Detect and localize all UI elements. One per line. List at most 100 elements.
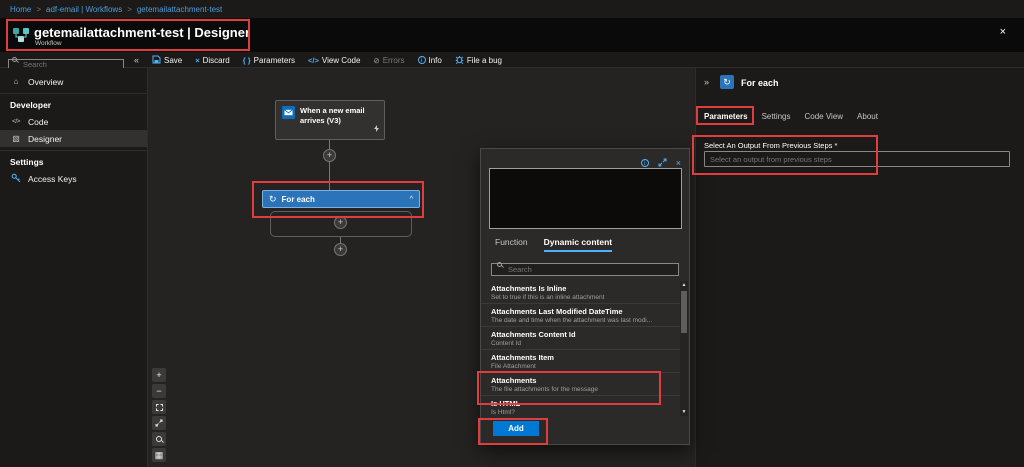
dynamic-content-popup: i × Function Dynamic content Attachments…	[480, 148, 690, 445]
breadcrumb-home[interactable]: Home	[10, 5, 31, 14]
fit-view-button[interactable]	[152, 400, 166, 414]
designer-icon: ▧	[10, 134, 22, 143]
sidebar-item-overview[interactable]: ⌂ Overview	[0, 73, 147, 90]
item-title: Is HTML	[491, 399, 671, 408]
list-item-attachments[interactable]: Attachments The file attachments for the…	[481, 373, 681, 396]
code-icon: </>	[10, 118, 22, 125]
sidebar-search	[8, 54, 124, 66]
page-header: getemailattachment-test | Designer Workf…	[0, 18, 1024, 52]
overview-icon: ⌂	[10, 77, 22, 86]
view-code-label: View Code	[322, 56, 361, 65]
errors-label: Errors	[383, 56, 405, 65]
list-item-attachments-last-modified[interactable]: Attachments Last Modified DateTime The d…	[481, 304, 681, 327]
outlook-icon	[282, 106, 295, 134]
view-code-button[interactable]: </> View Code	[308, 56, 360, 65]
info-icon[interactable]: i	[641, 159, 649, 167]
item-description: Content Id	[491, 340, 671, 347]
info-icon: i	[418, 56, 426, 64]
scroll-up-icon[interactable]: ▲	[682, 281, 687, 289]
add-step-icon[interactable]: +	[323, 149, 336, 162]
parameters-label: Parameters	[254, 56, 295, 65]
sidebar-item-access-keys[interactable]: Access Keys	[0, 170, 147, 187]
info-button[interactable]: i Info	[418, 56, 442, 65]
scrollbar-thumb[interactable]	[681, 291, 687, 333]
item-title: Attachments Last Modified DateTime	[491, 307, 671, 316]
tab-code-view[interactable]: Code View	[805, 112, 844, 124]
sidebar-section-developer: Developer	[0, 97, 147, 113]
discard-button[interactable]: × Discard	[195, 56, 230, 65]
fit-view-icon	[156, 404, 163, 411]
output-select-input[interactable]	[704, 151, 1010, 167]
bug-icon	[455, 55, 464, 66]
save-button[interactable]: Save	[152, 55, 182, 66]
zoom-out-button[interactable]: −	[152, 384, 166, 398]
scroll-down-icon[interactable]: ▼	[682, 408, 687, 416]
item-description: Set to true if this is an inline attachm…	[491, 294, 671, 301]
item-title: Attachments	[491, 376, 671, 385]
list-item-attachments-content-id[interactable]: Attachments Content Id Content Id	[481, 327, 681, 350]
breadcrumb-workflows[interactable]: adf-email | Workflows	[46, 5, 122, 14]
sidebar-item-label: Designer	[28, 134, 62, 144]
tab-dynamic-content[interactable]: Dynamic content	[544, 237, 613, 252]
close-icon[interactable]: ×	[676, 158, 681, 168]
canvas-controls: + − ▦	[152, 368, 166, 462]
scrollbar[interactable]: ▲ ▼	[680, 281, 688, 416]
connector-line	[329, 140, 330, 190]
file-a-bug-button[interactable]: File a bug	[455, 55, 502, 66]
workflow-icon	[12, 26, 30, 49]
connector-badge-icon	[373, 119, 380, 137]
view-code-icon: </>	[308, 56, 319, 65]
minimap-button[interactable]: ▦	[152, 448, 166, 462]
foreach-loop-icon: ↻	[269, 194, 277, 205]
sidebar-item-designer[interactable]: ▧ Designer	[0, 130, 147, 147]
expression-input[interactable]	[489, 168, 682, 229]
tab-parameters[interactable]: Parameters	[704, 112, 748, 124]
dynamic-content-search-input[interactable]	[491, 263, 679, 276]
breadcrumb-separator: >	[127, 5, 132, 14]
key-icon	[10, 173, 22, 185]
add-button[interactable]: Add	[493, 421, 539, 436]
add-action-inside-loop-icon[interactable]: +	[334, 216, 347, 229]
left-sidebar: ⌂ Overview Developer </> Code ▧ Designer…	[0, 68, 148, 467]
trigger-card-when-new-email-arrives[interactable]: When a new email arrives (V3)	[275, 100, 385, 140]
close-icon[interactable]: ×	[1000, 26, 1006, 38]
tab-settings[interactable]: Settings	[762, 112, 791, 124]
list-item-is-html[interactable]: Is HTML Is Html?	[481, 396, 681, 418]
popup-tabs: Function Dynamic content	[495, 237, 612, 252]
discard-label: Discard	[203, 56, 230, 65]
properties-panel: » ↻ For each Parameters Settings Code Vi…	[695, 68, 1024, 467]
panel-tabs: Parameters Settings Code View About	[704, 112, 878, 124]
parameters-button[interactable]: { } Parameters	[243, 56, 295, 65]
errors-button[interactable]: ⊘ Errors	[373, 56, 404, 65]
list-item-attachments-item[interactable]: Attachments Item File Attachment	[481, 350, 681, 373]
item-title: Attachments Is Inline	[491, 284, 671, 293]
info-label: Info	[429, 56, 442, 65]
item-title: Attachments Item	[491, 353, 671, 362]
command-bar: « Save × Discard { } Parameters </> View…	[0, 52, 1024, 68]
magnifier-icon	[156, 436, 162, 442]
collapse-chevron-icon[interactable]: ^	[410, 196, 413, 203]
dynamic-content-list: Attachments Is Inline Set to true if thi…	[481, 281, 681, 418]
sidebar-item-label: Overview	[28, 77, 63, 87]
tab-function[interactable]: Function	[495, 237, 528, 252]
search-icon	[12, 57, 17, 62]
file-a-bug-label: File a bug	[467, 56, 502, 65]
fullscreen-button[interactable]	[152, 416, 166, 430]
foreach-node-header[interactable]: ↻ For each ^	[262, 190, 420, 208]
zoom-in-button[interactable]: +	[152, 368, 166, 382]
sidebar-collapse-button[interactable]: «	[134, 55, 139, 65]
breadcrumb: Home > adf-email | Workflows > getemaila…	[0, 0, 1024, 18]
add-step-below-icon[interactable]: +	[334, 243, 347, 256]
save-icon	[152, 55, 161, 66]
logic-app-designer-window: Home > adf-email | Workflows > getemaila…	[0, 0, 1024, 467]
sidebar-divider	[0, 93, 147, 94]
panel-title: For each	[741, 78, 779, 88]
sidebar-item-label: Code	[28, 117, 48, 127]
breadcrumb-current[interactable]: getemailattachment-test	[137, 5, 222, 14]
sidebar-item-code[interactable]: </> Code	[0, 113, 147, 130]
panel-expand-icon[interactable]: »	[704, 77, 709, 87]
list-item-attachments-is-inline[interactable]: Attachments Is Inline Set to true if thi…	[481, 281, 681, 304]
sidebar-item-label: Access Keys	[28, 174, 77, 184]
search-canvas-button[interactable]	[152, 432, 166, 446]
tab-about[interactable]: About	[857, 112, 878, 124]
